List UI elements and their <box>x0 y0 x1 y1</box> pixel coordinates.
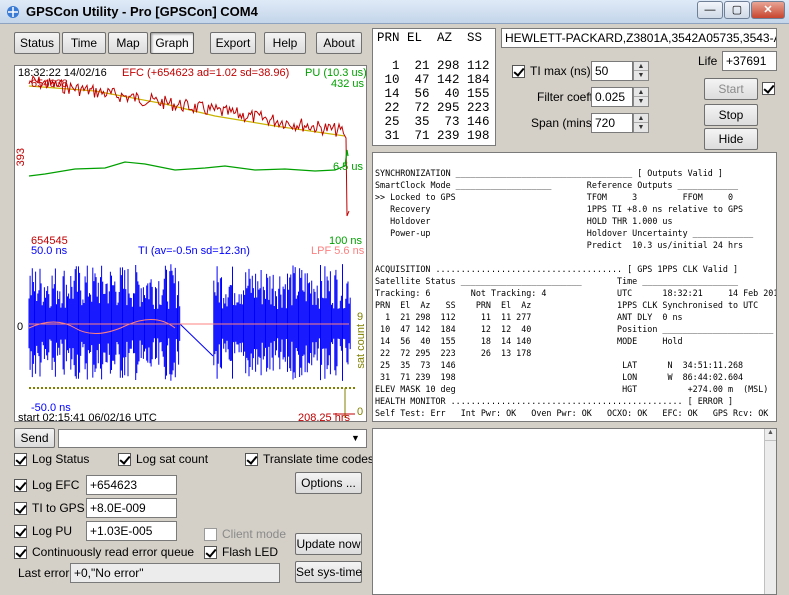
set-sys-time-button[interactable]: Set sys-time <box>295 561 362 583</box>
graph-duration: 208.25 hrs <box>298 412 350 424</box>
tab-graph[interactable]: Graph <box>150 32 194 54</box>
checkbox-icon[interactable] <box>512 64 525 78</box>
sat-bottom-value: 0 <box>357 406 364 418</box>
filter-coeff-input[interactable]: 0.025 <box>591 87 633 107</box>
span-label: Span (mins) <box>531 116 596 130</box>
satellite-table: PRN EL AZ SS 1 21 298 112 10 47 142 184 … <box>372 28 496 146</box>
status-text: SYNCHRONIZATION ________________________… <box>375 168 776 418</box>
hide-button[interactable]: Hide <box>704 128 758 150</box>
checkbox-icon[interactable] <box>118 452 131 466</box>
maximize-button[interactable]: ▢ <box>724 1 750 19</box>
satellite-row: 31 71 239 198 <box>377 129 490 143</box>
satellite-row: 1 21 298 112 <box>377 59 490 73</box>
minimize-button[interactable]: — <box>697 1 723 19</box>
checkbox-icon[interactable] <box>14 524 27 538</box>
scroll-up-icon[interactable]: ▲ <box>765 429 776 441</box>
options-button[interactable]: Options ... <box>295 472 362 494</box>
satellite-row: 25 35 73 146 <box>377 115 490 129</box>
checkbox-icon[interactable] <box>204 545 217 559</box>
last-error-field: +0,"No error" <box>70 563 280 583</box>
filter-coeff-spinner[interactable]: ▲ ▼ <box>633 87 649 107</box>
stop-button[interactable]: Stop <box>704 104 758 126</box>
checkbox-icon[interactable] <box>14 501 27 515</box>
efc-top-value: 654638 <box>31 78 68 90</box>
satellite-row: 14 56 40 155 <box>377 87 490 101</box>
satellite-row: 10 47 142 184 <box>377 73 490 87</box>
pu-value-field[interactable]: +1.03E-005 <box>86 521 177 541</box>
send-command-combo[interactable] <box>58 429 367 448</box>
read-error-queue-checkbox[interactable]: Continuously read error queue <box>14 545 194 559</box>
close-button[interactable]: ✕ <box>751 1 785 19</box>
start-button[interactable]: Start <box>704 78 758 100</box>
ti-zero-value: 0 <box>17 321 24 333</box>
lpf-label: LPF 5.6 ns <box>311 245 365 257</box>
send-button[interactable]: Send <box>14 428 55 448</box>
tab-map[interactable]: Map <box>108 32 148 54</box>
efc-label: EFC (+654623 ad=1.02 sd=38.96) <box>122 67 290 79</box>
log-efc-checkbox[interactable]: Log EFC <box>14 478 79 492</box>
checkbox-icon[interactable] <box>14 452 27 466</box>
ti-max-checkbox[interactable]: TI max (ns) <box>512 64 591 78</box>
efc-value-field[interactable]: +654623 <box>86 475 177 495</box>
ti-gap-line <box>179 323 214 357</box>
last-error-label: Last error <box>18 566 70 580</box>
translate-time-codes-checkbox[interactable]: Translate time codes <box>245 452 374 466</box>
ti-noise-area <box>28 264 351 381</box>
efc-line <box>28 75 350 217</box>
checkbox-icon[interactable] <box>14 545 27 559</box>
pu-top-value: 432 us <box>331 78 365 90</box>
tab-time[interactable]: Time <box>62 32 106 54</box>
checkbox-icon[interactable] <box>762 82 775 95</box>
satellite-app-icon <box>7 6 19 18</box>
log-status-checkbox[interactable]: Log Status <box>14 452 89 466</box>
span-input[interactable]: 720 <box>591 113 633 133</box>
title-bar: GPSCon Utility - Pro [GPSCon] COM4 — ▢ ✕ <box>0 0 789 24</box>
life-value-field: +37691 <box>722 51 777 71</box>
graph-start-time: start 02:15:41 06/02/16 UTC <box>18 412 157 424</box>
pu-mid-value: 6.5 us <box>333 161 363 173</box>
flash-led-checkbox[interactable]: Flash LED <box>204 545 278 559</box>
checkbox-icon[interactable] <box>204 527 217 541</box>
checkbox-icon[interactable] <box>245 452 258 466</box>
log-scrollbar[interactable]: ▲ <box>764 429 776 594</box>
sat-top-value: 9 <box>357 311 364 323</box>
client-mode-checkbox[interactable]: Client mode <box>204 527 286 541</box>
ti-top-value: 50.0 ns <box>31 245 68 257</box>
ti-to-gps-checkbox[interactable]: TI to GPS <box>14 501 85 515</box>
filter-coeff-label: Filter coeff <box>537 90 593 104</box>
ti-noise-trace <box>28 264 351 381</box>
ti-label: TI (av=-0.5n sd=12.3n) <box>138 245 250 257</box>
graph-panel: 18:32:22 14/02/16 EFC (+654623 ad=1.02 s… <box>14 65 367 424</box>
log-output-panel: ▲ <box>372 428 777 595</box>
chevron-down-icon[interactable]: ▼ <box>351 433 360 443</box>
auto-start-checkbox[interactable] <box>762 82 775 95</box>
pu-line <box>28 149 349 177</box>
log-sat-count-checkbox[interactable]: Log sat count <box>118 452 208 466</box>
ti-max-input[interactable]: 50 <box>591 61 633 81</box>
life-label: Life <box>698 54 718 68</box>
update-now-button[interactable]: Update now <box>295 533 362 555</box>
span-spinner[interactable]: ▲ ▼ <box>633 113 649 133</box>
sat-count-label: sat count <box>355 324 367 369</box>
status-text-panel: SYNCHRONIZATION ________________________… <box>372 152 777 422</box>
tab-status[interactable]: Status <box>14 32 60 54</box>
efc-trend-line <box>28 85 346 137</box>
window-title: GPSCon Utility - Pro [GPSCon] COM4 <box>26 4 258 19</box>
device-id-field: HEWLETT-PACKARD,Z3801A,3542A05735,3543-A <box>501 28 777 48</box>
log-pu-checkbox[interactable]: Log PU <box>14 524 72 538</box>
satellite-table-header: PRN EL AZ SS <box>377 31 483 45</box>
ti-value-field[interactable]: +8.0E-009 <box>86 498 177 518</box>
satellite-row: 22 72 295 223 <box>377 101 490 115</box>
efc-mid-value: 393 <box>15 148 27 167</box>
ti-max-spinner[interactable]: ▲ ▼ <box>633 61 649 81</box>
about-button[interactable]: About <box>316 32 362 54</box>
export-button[interactable]: Export <box>210 32 256 54</box>
checkbox-icon[interactable] <box>14 478 27 492</box>
help-button[interactable]: Help <box>264 32 306 54</box>
